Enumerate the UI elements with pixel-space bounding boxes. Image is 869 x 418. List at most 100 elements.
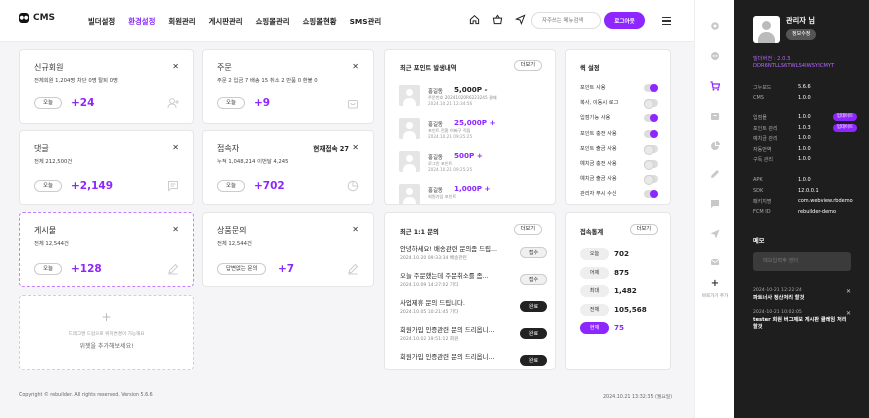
inquiry-title[interactable]: 사업제휴 문의 드립니다. [400,298,510,307]
inquiry-row[interactable]: 회원가입 인증관련 문의 드리옵니... 2024.10.02 19:51:12 … [400,325,547,342]
cart-icon[interactable] [710,76,721,91]
gear-icon[interactable] [710,16,720,30]
posts-card[interactable]: 게시물 ✕ 전체 12,544건 오늘 +128 [19,212,194,287]
send-icon[interactable] [515,14,526,25]
hamburger-icon[interactable] [662,17,671,25]
toggle-switch[interactable] [644,84,658,92]
stat-value: 105,568 [614,304,647,314]
quick-setting-row: 입점기능 사용 [580,113,658,123]
user-plus-icon [167,98,179,109]
add-widget-card[interactable]: + 드래그앤 드랍으로 위치변경이 가능해요 위젯을 추가해보세요! [19,295,194,370]
toggle-switch[interactable] [644,160,658,170]
stat-value: 702 [614,249,630,258]
logo[interactable]: ●● CMS [19,13,55,23]
nav-shop[interactable]: 쇼핑몰관리 [256,16,290,27]
card-value: +7 [278,263,295,275]
nav-shop-status[interactable]: 쇼핑몰현황 [303,16,337,27]
toggle-switch[interactable] [644,190,658,199]
point-amount: 25,000P + [454,118,496,127]
memo-input[interactable] [753,252,851,271]
chat-icon[interactable] [710,46,720,60]
close-icon[interactable]: ✕ [352,143,359,152]
card-stats: 전체 12,544건 [217,241,252,247]
info-value: 1.0.3 [798,124,811,131]
inquiry-row[interactable]: 안녕하세요! 배송관련 문의좀 드립... 2024.10.20 09:33:34… [400,244,547,261]
visit-stats-panel: 접속통계 더보기 오늘 702 어제 875 최대 1,482 전체 105,568 현재 75 [565,212,671,370]
close-icon[interactable]: ✕ [172,225,179,234]
info-value: 1.0.0 [798,145,811,152]
inquiry-title[interactable]: 회원가입 인증관련 문의 드리옵니... [400,325,510,334]
add-shortcut-icon[interactable]: + [710,279,720,289]
nav-members[interactable]: 회원관리 [168,16,195,27]
card-title: 게시물 [34,226,57,235]
close-icon[interactable]: ✕ [352,62,359,71]
mail-icon[interactable] [710,252,720,265]
basket-icon[interactable] [492,14,503,25]
quick-setting-row: 예치금 출금 사용 [580,174,658,186]
inquiry-status-badge[interactable]: 접수 [520,247,547,258]
info-value: 5.6.6 [798,84,811,90]
home-icon[interactable] [469,14,480,25]
more-button[interactable]: 더보기 [629,224,658,235]
box-icon[interactable] [710,106,720,120]
inquiry-title[interactable]: 회원가입 인증관련 문의 드리옵니... [400,352,510,361]
pencil-icon [168,263,179,275]
edit-profile-button[interactable]: 정보수정 [786,29,817,40]
more-button[interactable]: 더보기 [513,60,542,71]
add-shortcut-label[interactable]: 바로가기 추가 [695,294,735,300]
update-badge[interactable]: 업데이트 [832,123,857,132]
inquiry-status-badge[interactable]: 완료 [520,355,547,366]
nav-board[interactable]: 게시판관리 [209,16,243,27]
close-icon[interactable]: ✕ [172,62,179,71]
inquiry-status-badge[interactable]: 접수 [520,274,547,285]
period-pill[interactable]: 오늘 [34,263,62,275]
stat-row: 현재 75 [580,322,660,334]
close-icon[interactable]: ✕ [846,310,851,317]
nav-builder[interactable]: 빌더설정 [88,16,115,27]
toggle-switch[interactable] [644,99,658,110]
inquiry-title[interactable]: 오늘 주문했는데 주문취소를 좀... [400,271,510,280]
info-row: 자동번역 1.0.0 [753,146,857,154]
info-value: com.webview.rbdemo [798,198,853,204]
info-row: 구독 관리 1.0.0 [753,156,857,164]
period-pill[interactable]: 오늘 [217,180,245,192]
message-icon[interactable] [710,194,720,208]
pie-chart-icon[interactable] [710,136,720,150]
shopping-bag-icon [348,100,358,109]
pencil-icon[interactable] [710,164,720,178]
toggle-switch[interactable] [644,175,658,186]
period-pill[interactable]: 오늘 [217,97,245,109]
period-pill[interactable]: 오늘 [34,97,62,109]
add-widget-text: 위젯을 추가해보세요! [79,343,134,350]
toggle-switch[interactable] [644,144,658,155]
close-icon[interactable]: ✕ [172,143,179,152]
panel-title: 접속통계 [580,229,604,236]
inquiry-title[interactable]: 안녕하세요! 배송관련 문의좀 드립... [400,244,510,253]
update-badge[interactable]: 업데이트 [832,113,857,121]
info-row: 그누보드 5.6.6 [753,84,857,92]
logout-button[interactable]: 로그아웃 [604,12,645,29]
more-button[interactable]: 더보기 [513,224,542,235]
period-pill[interactable]: 오늘 [34,180,62,192]
close-icon[interactable]: ✕ [846,288,851,295]
inquiry-status-badge[interactable]: 완료 [520,301,547,312]
memo-item: 2024-10-21 12:22:24 파트너사 정산처리 할것 ✕ [753,288,851,302]
point-amount: 500P + [454,151,483,160]
quick-setting-row: 포인트 출금 사용 [580,144,658,155]
nav-sms[interactable]: SMS관리 [350,16,382,27]
info-key: 자동번역 [753,146,772,153]
inquiry-status-badge[interactable]: 완료 [520,328,547,339]
nav-settings[interactable]: 환경설정 [128,16,155,27]
card-title: 접속자 [217,144,240,153]
toggle-switch[interactable] [644,129,658,138]
menu-search-input[interactable] [531,12,601,29]
close-icon[interactable]: ✕ [352,225,359,234]
admin-name: 관리자 님 [786,16,815,25]
inquiry-row[interactable]: 오늘 주문했는데 주문취소를 좀... 2024.10.09 14:27:02 기… [400,271,547,288]
inquiry-row[interactable]: 사업제휴 문의 드립니다. 2024.10.05 10:21:45 기타 완료 [400,298,547,315]
inquiry-row[interactable]: 회원가입 인증관련 문의 드리옵니... 완료 [400,352,547,366]
period-pill[interactable]: 답변없는 문의 [217,263,267,275]
send-icon[interactable] [710,224,720,239]
toggle-switch[interactable] [644,114,658,123]
avatar [399,118,420,139]
